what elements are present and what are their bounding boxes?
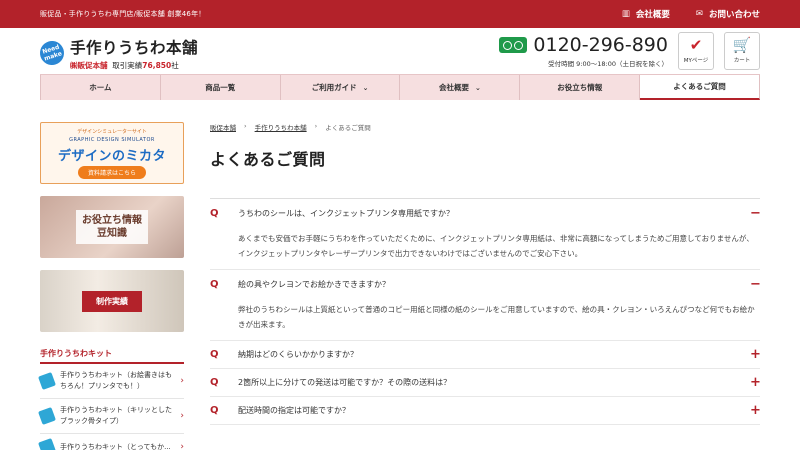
tagline: 販促品・手作りうちわ専門店/販促本舗 創業46年！ <box>40 10 206 18</box>
chevron-right-icon: › <box>180 410 184 421</box>
building-icon: ▥ <box>621 9 630 19</box>
sidebar: デザインシミュレーターサイト GRAPHIC DESIGN SIMULATOR … <box>38 122 184 450</box>
header-contact: 0120-296-890 受付時間 9:00～18:00（土日祝を除く） ✔ M… <box>499 32 760 70</box>
nav-info[interactable]: お役立ち情報 <box>520 75 641 100</box>
faq-question[interactable]: Q 配送時間の指定は可能ですか？ + <box>210 397 761 425</box>
kit-item[interactable]: 手作りうちわキット（キリッとしたブラック骨タイプ） › <box>38 399 184 434</box>
chevron-right-icon: › <box>244 122 247 130</box>
main-content: 販促本舗 › 手作りうちわ本舗 › よくあるご質問 よくあるご質問 Q うちわの… <box>210 122 761 450</box>
faq-question[interactable]: Q 納期はどのくらいかかりますか？ + <box>210 341 761 369</box>
company-link[interactable]: ▥ 会社概要 <box>622 8 670 20</box>
banner-works[interactable]: 制作実績 <box>40 270 184 332</box>
nav-faq[interactable]: よくあるご質問 <box>640 75 760 100</box>
nav-company[interactable]: 会社概要 ⌄ <box>400 75 521 100</box>
top-bar: 販促品・手作りうちわ専門店/販促本舗 創業46年！ ▥ 会社概要 ✉ お問い合わ… <box>0 0 800 28</box>
chevron-right-icon: › <box>180 441 184 450</box>
kit-thumbnail <box>38 407 56 425</box>
shop-record: ㈱販促本舗 取引実績76,850社 <box>70 60 179 70</box>
main-nav: ホーム 商品一覧 ご利用ガイド ⌄ 会社概要 ⌄ お役立ち情報 よくあるご質問 <box>40 74 760 100</box>
page-title: よくあるご質問 <box>210 150 326 169</box>
question-marker: Q <box>210 207 219 219</box>
breadcrumb: 販促本舗 › 手作りうちわ本舗 › よくあるご質問 <box>210 122 760 132</box>
breadcrumb-current: よくあるご質問 <box>325 124 371 132</box>
minus-icon[interactable]: − <box>750 277 761 292</box>
question-marker: Q <box>210 278 219 290</box>
phone-block: 0120-296-890 受付時間 9:00～18:00（土日祝を除く） <box>499 34 668 68</box>
business-hours: 受付時間 9:00～18:00（土日祝を除く） <box>548 60 668 68</box>
site-logo[interactable]: Need make 手作りうちわ本舗 ㈱販促本舗 取引実績76,850社 <box>36 36 199 71</box>
nav-home[interactable]: ホーム <box>40 75 161 100</box>
plus-icon[interactable]: + <box>750 347 761 362</box>
banner-design-simulator[interactable]: デザインシミュレーターサイト GRAPHIC DESIGN SIMULATOR … <box>40 122 184 184</box>
kit-item[interactable]: 手作りうちわキット（とってもか... › <box>38 434 184 450</box>
site-header: Need make 手作りうちわ本舗 ㈱販促本舗 取引実績76,850社 012… <box>0 28 800 74</box>
chevron-right-icon: › <box>314 122 318 130</box>
question-marker: Q <box>210 349 219 360</box>
cart-icon: 🛒 <box>732 36 752 54</box>
chevron-down-icon: ⌄ <box>474 83 481 92</box>
faq-answer: あくまでも安価でお手軽にうちわを作っていただくために、インクジェットプリンタ専用… <box>210 227 760 270</box>
cart-button[interactable]: 🛒 カート <box>724 32 760 70</box>
kit-item[interactable]: 手作りうちわキット（お絵書きはもちろん！プリンタでも！） › <box>38 364 184 399</box>
nav-guide[interactable]: ご利用ガイド ⌄ <box>281 75 401 100</box>
chevron-right-icon: › <box>180 375 184 386</box>
kit-thumbnail <box>38 438 56 450</box>
top-links: ▥ 会社概要 ✉ お問い合わせ <box>622 8 760 20</box>
banner-useful-info[interactable]: お役立ち情報 豆知識 <box>40 196 184 258</box>
breadcrumb-home[interactable]: 販促本舗 <box>210 122 236 132</box>
faq-list: Q うちわのシールは、インクジェットプリンタ専用紙ですか？ − あくまでも安価で… <box>210 198 761 425</box>
request-docs-button[interactable]: 資料請求はこちら <box>77 165 146 179</box>
question-marker: Q <box>210 405 219 416</box>
breadcrumb-parent[interactable]: 手作りうちわ本舗 <box>255 122 307 132</box>
minus-icon[interactable]: − <box>750 206 761 221</box>
faq-question[interactable]: Q 絵の具やクレヨンでお絵かきできますか？ − <box>210 270 761 298</box>
user-check-icon: ✔ <box>689 36 703 54</box>
faq-question[interactable]: Q うちわのシールは、インクジェットプリンタ専用紙ですか？ − <box>210 199 761 227</box>
shop-name: 手作りうちわ本舗 <box>70 38 199 57</box>
question-marker: Q <box>210 377 219 388</box>
faq-question[interactable]: Q 2箇所以上に分けての発送は可能ですか？その際の送料は？ + <box>210 369 761 397</box>
chevron-down-icon: ⌄ <box>362 83 369 92</box>
phone-number[interactable]: 0120-296-890 <box>533 34 668 56</box>
nav-products[interactable]: 商品一覧 <box>161 75 281 100</box>
contact-link[interactable]: ✉ お問い合わせ <box>696 8 760 20</box>
mail-icon: ✉ <box>695 9 703 19</box>
kit-heading: 手作りうちわキット <box>40 348 184 364</box>
plus-icon[interactable]: + <box>750 375 761 390</box>
faq-answer: 弊社のうちわシールは上質紙といって普通のコピー用紙と同様の紙のシールをご用意して… <box>210 298 760 341</box>
plus-icon[interactable]: + <box>750 403 761 418</box>
freedial-icon <box>499 37 528 53</box>
mypage-button[interactable]: ✔ MYページ <box>678 32 714 70</box>
kit-thumbnail <box>38 372 56 390</box>
logo-badge: Need make <box>36 37 68 69</box>
